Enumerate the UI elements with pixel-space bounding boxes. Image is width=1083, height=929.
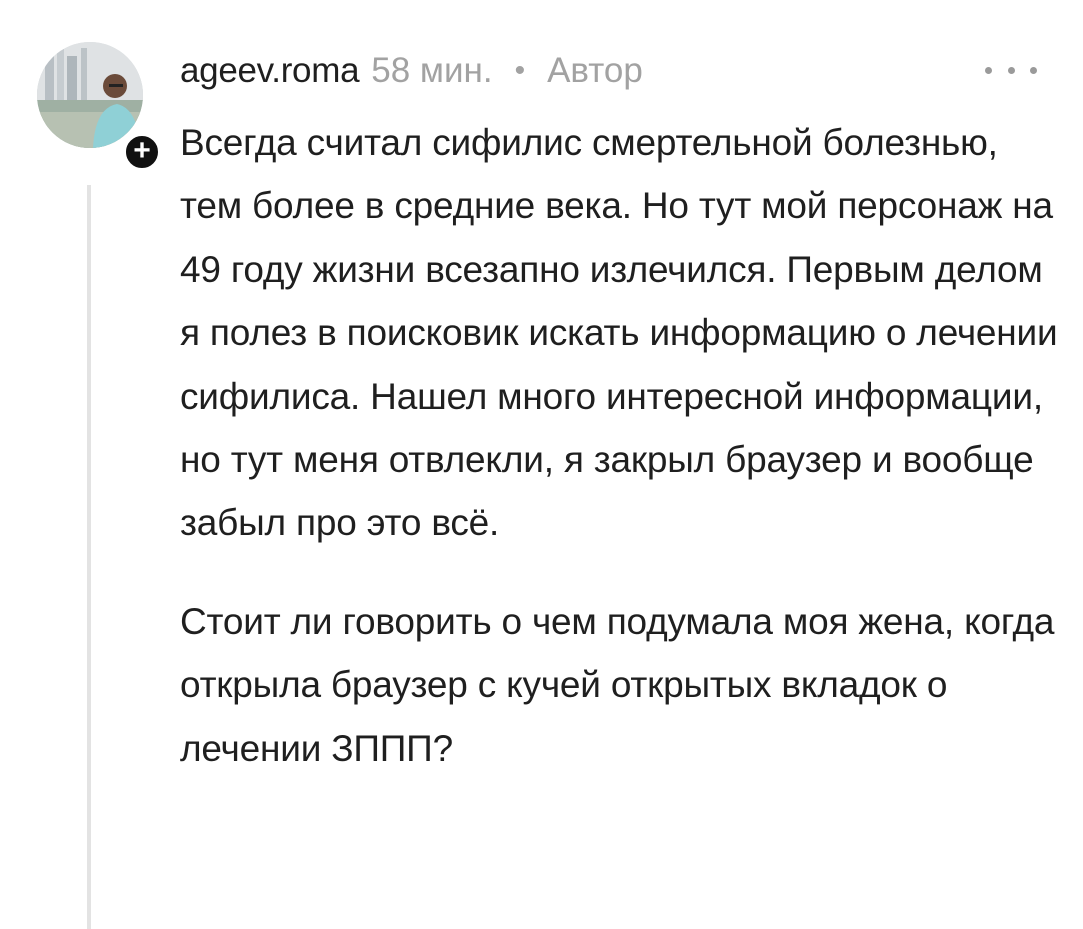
avatar-container[interactable]: + [37,42,162,172]
comment: + ageev.roma 58 мин. • Автор Всегда счит… [0,0,1083,929]
follow-button[interactable]: + [122,132,162,172]
comment-meta: ageev.roma 58 мин. • Автор [180,46,643,96]
more-options-button[interactable] [985,58,1037,82]
avatar[interactable] [37,42,143,148]
more-horizontal-icon [1007,66,1015,74]
separator-dot: • [514,54,526,87]
timestamp: 58 мин. [371,51,493,90]
comment-paragraph: Всегда считал сифилис смертельной болезн… [180,122,1058,544]
comment-body: Всегда считал сифилис смертельной болезн… [180,111,1060,780]
author-badge: Автор [547,51,643,90]
username[interactable]: ageev.roma [180,51,360,91]
more-horizontal-icon [985,66,992,74]
thread-line[interactable] [87,185,91,929]
plus-icon: + [133,133,151,167]
comment-paragraph: Стоит ли говорить о чем подумала моя жен… [180,600,1055,769]
more-horizontal-icon [1030,66,1037,74]
